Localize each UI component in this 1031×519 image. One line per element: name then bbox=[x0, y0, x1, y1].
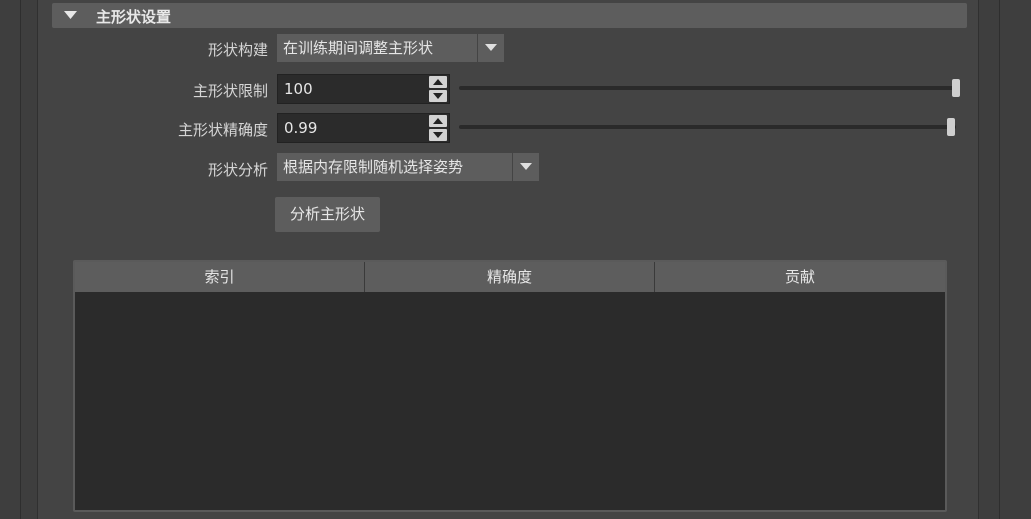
decrement-arrow-icon[interactable] bbox=[429, 90, 447, 102]
column-header-index[interactable]: 索引 bbox=[75, 262, 365, 292]
left-edge-panel bbox=[0, 0, 38, 519]
shape-limit-value: 100 bbox=[284, 80, 313, 98]
shape-limit-label: 主形状限制 bbox=[192, 82, 268, 100]
shape-precision-slider-handle[interactable] bbox=[947, 118, 956, 136]
shape-build-value: 在训练期间调整主形状 bbox=[283, 39, 434, 57]
right-edge-panel bbox=[978, 0, 1031, 519]
column-header-precision[interactable]: 精确度 bbox=[365, 262, 655, 292]
analyze-main-shape-button[interactable]: 分析主形状 bbox=[275, 197, 380, 232]
shape-precision-field[interactable]: 0.99 bbox=[277, 113, 450, 143]
shape-limit-spinner[interactable] bbox=[427, 75, 449, 103]
dropdown-arrow-icon[interactable] bbox=[477, 34, 504, 62]
dropdown-arrow-icon[interactable] bbox=[512, 153, 539, 181]
section-title: 主形状设置 bbox=[96, 8, 172, 26]
shape-build-dropdown[interactable]: 在训练期间调整主形状 bbox=[277, 34, 504, 62]
increment-arrow-icon[interactable] bbox=[429, 76, 447, 88]
collapse-triangle-icon[interactable] bbox=[63, 8, 78, 23]
shape-limit-field[interactable]: 100 bbox=[277, 74, 450, 104]
shape-analysis-dropdown[interactable]: 根据内存限制随机选择姿势 bbox=[277, 153, 539, 181]
column-header-contribution[interactable]: 贡献 bbox=[655, 262, 945, 292]
decrement-arrow-icon[interactable] bbox=[429, 129, 447, 141]
section-header-main-shape[interactable]: 主形状设置 bbox=[52, 3, 967, 28]
increment-arrow-icon[interactable] bbox=[429, 115, 447, 127]
table-header: 索引 精确度 贡献 bbox=[75, 262, 945, 292]
main-shape-table: 索引 精确度 贡献 bbox=[73, 260, 947, 512]
shape-precision-slider-track[interactable] bbox=[459, 125, 956, 129]
shape-limit-slider-handle[interactable] bbox=[952, 79, 960, 97]
shape-analysis-label: 形状分析 bbox=[207, 161, 268, 179]
shape-limit-slider-track[interactable] bbox=[459, 86, 956, 90]
shape-precision-label: 主形状精确度 bbox=[177, 121, 268, 139]
settings-panel: 主形状设置 形状构建 在训练期间调整主形状 主形状限制 100 主形状精确度 0… bbox=[38, 0, 978, 519]
shape-precision-spinner[interactable] bbox=[427, 114, 449, 142]
shape-precision-value: 0.99 bbox=[284, 119, 318, 137]
shape-analysis-value: 根据内存限制随机选择姿势 bbox=[283, 158, 464, 176]
shape-build-label: 形状构建 bbox=[207, 41, 268, 59]
